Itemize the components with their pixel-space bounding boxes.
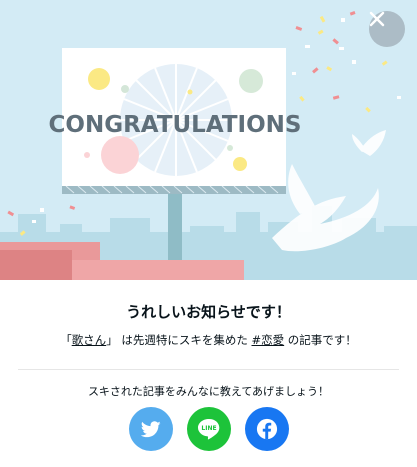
close-button[interactable] [369,11,405,47]
share-prompt: スキされた記事をみんなに教えてあげましょう！ [87,385,330,398]
open-quote: 「 [60,333,72,347]
hashtag-link[interactable]: #恋愛 [252,333,285,347]
close-quote: 」 [106,333,118,347]
twitter-bird-icon [141,420,161,437]
line-icon: LINE [198,419,220,440]
close-icon [369,11,385,27]
divider [18,369,399,370]
detail-tail-text: の記事です！ [287,333,357,347]
congratulations-modal: CONGRATULATIONS うれしいお知らせです！ 「歌さん」 は先週特にス… [0,0,417,467]
share-buttons: LINE [0,407,417,451]
line-icon-label: LINE [201,425,216,432]
congratulations-illustration: CONGRATULATIONS [0,0,417,280]
billboard-scene: CONGRATULATIONS [0,11,417,280]
line-share-button[interactable]: LINE [187,407,231,451]
modal-detail: 「歌さん」 は先週特にスキを集めた #恋愛 の記事です！ [0,331,417,349]
author-link[interactable]: 歌さん [72,333,107,347]
billboard-text: CONGRATULATIONS [49,112,302,138]
modal-headline: うれしいお知らせです！ [126,303,291,321]
detail-middle-text: は先週特にスキを集めた [121,333,248,347]
facebook-share-button[interactable] [245,407,289,451]
billboard-post [168,192,182,260]
facebook-f-icon [256,418,278,440]
twitter-share-button[interactable] [129,407,173,451]
